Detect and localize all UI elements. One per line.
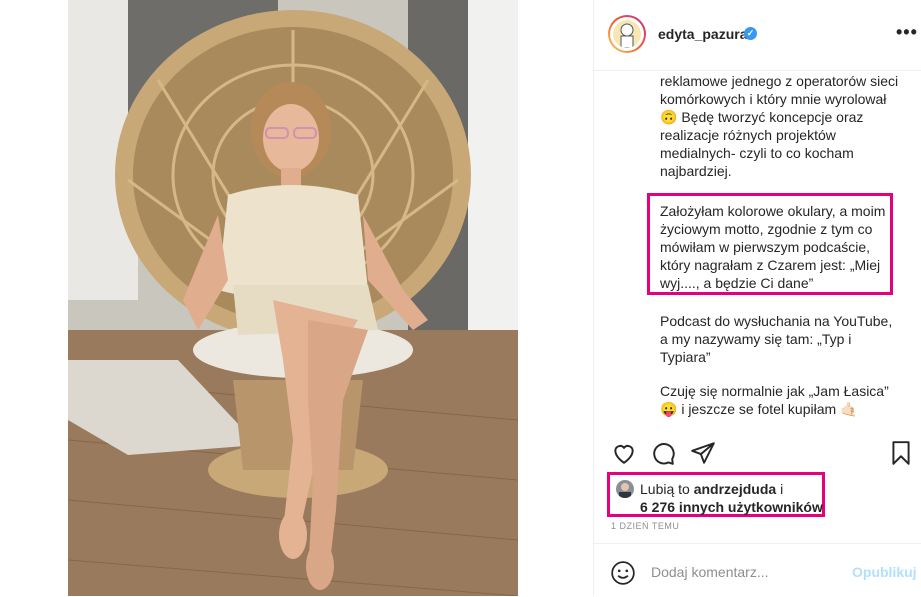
bookmark-icon[interactable] bbox=[888, 440, 916, 468]
liker-avatar[interactable] bbox=[616, 480, 634, 498]
liker-username[interactable]: andrzejduda bbox=[694, 481, 776, 497]
likes-text: Lubią to andrzejduda i bbox=[640, 481, 783, 497]
emoji-icon[interactable] bbox=[610, 560, 636, 586]
post-timestamp[interactable]: 1 DZIEŃ TEMU bbox=[611, 521, 679, 531]
caption-paragraph: Czuję się normalnie jak „Jam Łasica” 😛 i… bbox=[660, 383, 889, 417]
action-bar bbox=[594, 440, 921, 472]
share-icon[interactable] bbox=[690, 440, 718, 468]
comment-bar: Dodaj komentarz... Opublikuj bbox=[594, 543, 921, 597]
comment-icon[interactable] bbox=[650, 440, 678, 468]
likes-suffix: i bbox=[776, 481, 784, 497]
likes-summary: Lubią to andrzejduda i 6 276 innych użyt… bbox=[607, 472, 825, 517]
caption-paragraph: Podcast do wysłuchania na YouTube, a my … bbox=[660, 313, 893, 365]
post-sidebar: edyta_pazura ✓ ••• reklamowe jednego z o… bbox=[593, 0, 921, 596]
avatar-illustration bbox=[620, 23, 634, 48]
more-options-icon[interactable]: ••• bbox=[896, 22, 918, 43]
likes-count-link[interactable]: 6 276 innych użytkowników bbox=[640, 499, 823, 515]
comment-input[interactable]: Dodaj komentarz... bbox=[651, 564, 769, 580]
verified-badge-icon: ✓ bbox=[744, 27, 757, 40]
author-username[interactable]: edyta_pazura bbox=[658, 26, 747, 42]
caption-paragraph: reklamowe jednego z operatorów sieci kom… bbox=[660, 73, 899, 179]
post-header: edyta_pazura ✓ ••• bbox=[594, 0, 921, 71]
caption-highlight-frame bbox=[647, 193, 893, 295]
publish-button[interactable]: Opublikuj bbox=[852, 564, 917, 580]
post-photo[interactable] bbox=[68, 0, 518, 596]
post-photo-illustration bbox=[68, 0, 518, 596]
author-avatar[interactable] bbox=[608, 15, 646, 53]
likes-prefix: Lubią to bbox=[640, 481, 694, 497]
heart-icon[interactable] bbox=[611, 440, 639, 468]
